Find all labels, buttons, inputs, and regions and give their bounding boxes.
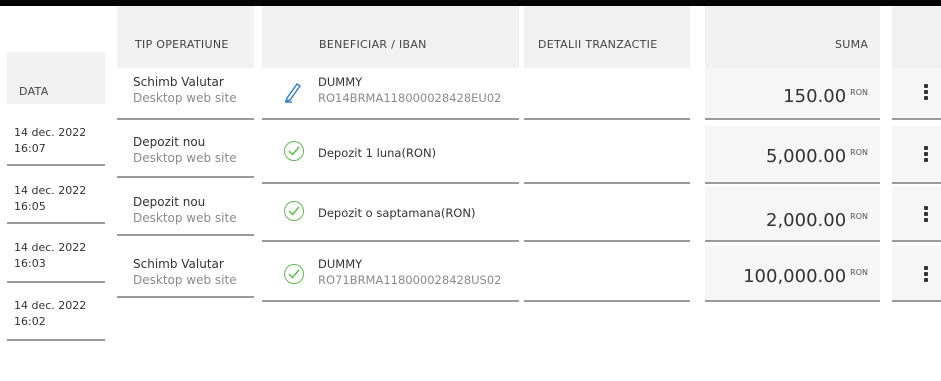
amount-cell: 100,000.00 RON	[705, 246, 880, 302]
operation-channel: Desktop web site	[133, 211, 237, 225]
amount-cell: 5,000.00 RON	[705, 126, 880, 184]
more-options-icon[interactable]	[924, 84, 928, 102]
details-cell	[524, 126, 690, 184]
beneficiary-name: DUMMY	[318, 75, 363, 89]
more-options-icon[interactable]	[924, 206, 928, 224]
date-cell: 14 dec. 2022 16:07	[7, 120, 105, 166]
operation-cell[interactable]: Schimb Valutar Desktop web site	[117, 246, 254, 298]
beneficiary-name: Depozit 1 luna(RON)	[318, 146, 437, 160]
date-time: 16:07	[14, 142, 46, 155]
actions-cell	[892, 68, 941, 120]
more-options-icon[interactable]	[924, 146, 928, 164]
beneficiary-iban: RO71BRMA118000028428US02	[318, 273, 502, 287]
details-cell	[524, 68, 690, 120]
header-date[interactable]: DATA	[19, 85, 49, 98]
beneficiary-name: Depozit o saptamana(RON)	[318, 206, 476, 220]
amount-value: 5,000.00 RON	[766, 146, 868, 167]
pencil-icon[interactable]	[282, 80, 304, 108]
beneficiary-cell[interactable]: Depozit 1 luna(RON)	[262, 126, 519, 184]
actions-cell	[892, 246, 941, 302]
amount-cell: 2,000.00 RON	[705, 186, 880, 242]
date-time: 16:03	[14, 257, 46, 270]
date-day: 14 dec. 2022	[14, 299, 87, 312]
date-time: 16:05	[14, 200, 46, 213]
date-cell: 14 dec. 2022 16:02	[7, 293, 105, 341]
header-operation-type[interactable]: TIP OPERATIUNE	[135, 38, 229, 51]
amount-column-panel	[705, 6, 880, 68]
date-day: 14 dec. 2022	[14, 126, 87, 139]
header-amount[interactable]: SUMA	[835, 38, 868, 51]
details-column-panel	[524, 6, 690, 68]
amount-value: 150.00 RON	[783, 86, 868, 107]
currency-label: RON	[850, 212, 868, 221]
beneficiary-column-panel	[262, 6, 519, 68]
operation-cell[interactable]: Schimb Valutar Desktop web site	[117, 68, 254, 120]
actions-column-panel	[892, 6, 941, 68]
actions-cell	[892, 126, 941, 184]
currency-label: RON	[850, 268, 868, 277]
operation-cell[interactable]: Depozit nou Desktop web site	[117, 126, 254, 178]
operation-type: Schimb Valutar	[133, 75, 224, 89]
beneficiary-cell[interactable]: DUMMY RO14BRMA118000028428EU02	[262, 68, 519, 120]
details-cell	[524, 186, 690, 242]
actions-cell	[892, 186, 941, 242]
operation-channel: Desktop web site	[133, 273, 237, 287]
header-beneficiary-iban[interactable]: BENEFICIAR / IBAN	[319, 38, 427, 51]
operation-type: Depozit nou	[133, 135, 206, 149]
beneficiary-name: DUMMY	[318, 257, 363, 271]
check-circle-icon	[284, 141, 304, 161]
more-options-icon[interactable]	[924, 266, 928, 284]
operation-cell[interactable]: Depozit nou Desktop web site	[117, 184, 254, 236]
operation-type: Depozit nou	[133, 195, 206, 209]
date-time: 16:02	[14, 315, 46, 328]
date-day: 14 dec. 2022	[14, 184, 87, 197]
beneficiary-cell[interactable]: Depozit o saptamana(RON)	[262, 186, 519, 242]
operation-type: Schimb Valutar	[133, 257, 224, 271]
currency-label: RON	[850, 148, 868, 157]
beneficiary-iban: RO14BRMA118000028428EU02	[318, 91, 502, 105]
operation-channel: Desktop web site	[133, 91, 237, 105]
amount-value: 2,000.00 RON	[766, 210, 868, 231]
check-circle-icon	[284, 201, 304, 221]
details-cell	[524, 246, 690, 302]
amount-cell: 150.00 RON	[705, 68, 880, 120]
date-cell: 14 dec. 2022 16:03	[7, 235, 105, 283]
operation-channel: Desktop web site	[133, 151, 237, 165]
currency-label: RON	[850, 88, 868, 97]
check-circle-icon	[284, 264, 304, 284]
header-transaction-details[interactable]: DETALII TRANZACTIE	[538, 38, 657, 51]
date-cell: 14 dec. 2022 16:05	[7, 178, 105, 224]
amount-value: 100,000.00 RON	[743, 266, 868, 287]
beneficiary-cell[interactable]: DUMMY RO71BRMA118000028428US02	[262, 246, 519, 302]
date-day: 14 dec. 2022	[14, 241, 87, 254]
operation-column-panel	[117, 6, 254, 68]
